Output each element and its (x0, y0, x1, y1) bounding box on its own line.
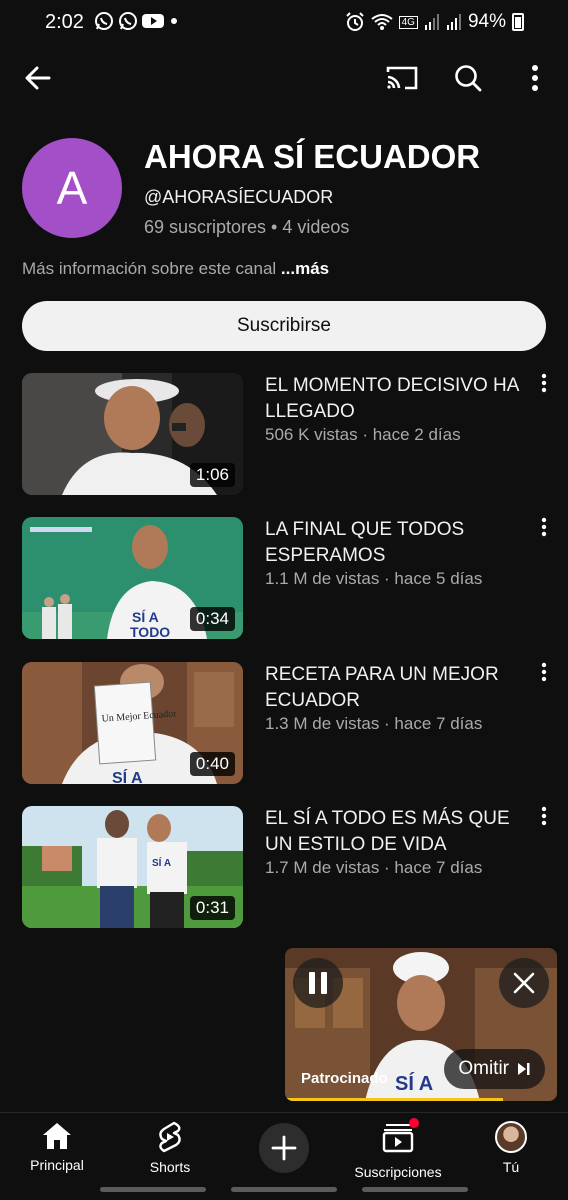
status-time: 2:02 (45, 11, 84, 33)
video-thumbnail[interactable]: 1:06 (22, 373, 243, 495)
whatsapp-icon (119, 12, 137, 30)
battery-percent: 94% (467, 11, 506, 32)
video-title[interactable]: EL MOMENTO DECISIVO HA LLEGADO (265, 373, 525, 425)
status-bar: 2:02 4G 94% (0, 0, 568, 46)
svg-text:SÍ A: SÍ A (395, 1072, 433, 1095)
video-duration: 1:06 (189, 463, 235, 487)
gesture-bar (100, 1187, 206, 1192)
video-title[interactable]: RECETA PARA UN MEJOR ECUADOR (265, 662, 525, 714)
network-badge: 4G (398, 15, 418, 29)
video-menu-button[interactable] (532, 806, 556, 836)
shorts-icon (159, 1121, 181, 1153)
close-mini-player-button[interactable] (499, 958, 549, 1008)
youtube-channel-screen: 2:02 4G 94% A AHORA SÍ ECUADOR @AHORASÍE… (0, 0, 568, 1200)
mini-player[interactable]: SÍ A Patrocinado Omitir (285, 948, 557, 1101)
video-menu-button[interactable] (532, 517, 556, 547)
sponsored-label: Patrocinado (301, 1070, 388, 1087)
video-item[interactable]: 1:06 EL MOMENTO DECISIVO HA LLEGADO 506 … (22, 373, 554, 495)
system-icons: 4G 94% (345, 11, 524, 33)
more-vert-icon (541, 373, 547, 393)
skip-next-icon (518, 1063, 530, 1075)
svg-text:SÍ A: SÍ A (112, 768, 143, 784)
close-icon (513, 972, 535, 994)
skip-ad-label: Omitir (458, 1058, 509, 1079)
video-meta: 1.7 M de vistas · hace 7 días (265, 858, 483, 877)
svg-text:SÍ A: SÍ A (152, 856, 171, 869)
video-menu-button[interactable] (532, 373, 556, 403)
subscribe-button[interactable]: Suscribirse (22, 301, 546, 351)
video-meta: 1.1 M de vistas · hace 5 días (265, 569, 483, 588)
pause-button[interactable] (293, 958, 343, 1008)
alarm-icon (345, 12, 364, 31)
video-menu-button[interactable] (532, 662, 556, 692)
channel-stats: 69 suscriptores • 4 videos (144, 217, 350, 237)
search-button[interactable] (446, 56, 490, 100)
back-button[interactable] (16, 56, 60, 100)
svg-text:SÍ A: SÍ A (132, 609, 159, 625)
gesture-bar (362, 1187, 468, 1192)
notification-icons (94, 11, 180, 31)
video-title[interactable]: EL SÍ A TODO ES MÁS QUE UN ESTILO DE VID… (265, 806, 525, 858)
avatar (495, 1121, 527, 1153)
create-icon (271, 1135, 297, 1161)
svg-text:TODO: TODO (130, 624, 170, 639)
create-button[interactable] (259, 1123, 309, 1173)
more-vert-icon (541, 806, 547, 826)
more-options-button[interactable] (513, 56, 557, 100)
notification-dot (409, 1118, 419, 1128)
gesture-bar (231, 1187, 337, 1192)
video-thumbnail[interactable]: SÍ A TODO 0:34 (22, 517, 243, 639)
video-thumbnail[interactable]: SÍ A 0:31 (22, 806, 243, 928)
search-icon (455, 65, 482, 92)
back-arrow-icon (25, 66, 51, 90)
video-title[interactable]: LA FINAL QUE TODOS ESPERAMOS (265, 517, 525, 569)
nav-label: Suscripciones (354, 1164, 442, 1180)
more-vert-icon (541, 517, 547, 537)
nav-item-subscriptions[interactable]: Suscripciones (343, 1118, 453, 1180)
channel-about-text: Más información sobre este canal (22, 259, 277, 278)
cast-button[interactable] (380, 56, 424, 100)
video-duration: 0:40 (189, 752, 235, 776)
ad-progress-bar (285, 1098, 503, 1101)
subscriptions-icon-wrap (382, 1118, 419, 1158)
more-vert-icon (541, 662, 547, 682)
channel-about-more[interactable]: ...más (281, 259, 329, 278)
nav-label: Tú (502, 1159, 520, 1175)
cast-icon (386, 66, 418, 90)
nav-label: Shorts (149, 1159, 191, 1175)
video-item[interactable]: SÍ A 0:31 EL SÍ A TODO ES MÁS QUE UN EST… (22, 806, 554, 928)
video-duration: 0:31 (189, 896, 235, 920)
video-item[interactable]: Un Mejor Ecuador SÍ A 0:40 RECETA PARA U… (22, 662, 554, 784)
skip-ad-button[interactable]: Omitir (444, 1049, 545, 1089)
video-item[interactable]: SÍ A TODO 0:34 LA FINAL QUE TODOS ESPERA… (22, 517, 554, 639)
home-icon (43, 1123, 71, 1149)
nav-item-home[interactable]: Principal (2, 1121, 112, 1173)
channel-name: AHORA SÍ ECUADOR (144, 138, 481, 175)
top-app-bar (0, 52, 568, 106)
wifi-icon (371, 14, 393, 30)
video-meta: 1.3 M de vistas · hace 7 días (265, 714, 483, 733)
channel-about-link[interactable]: Más información sobre este canal ...más (22, 259, 329, 279)
video-thumbnail[interactable]: Un Mejor Ecuador SÍ A 0:40 (22, 662, 243, 784)
pause-icon (309, 972, 327, 994)
signal-icon (446, 14, 461, 30)
video-duration: 0:34 (189, 607, 235, 631)
youtube-icon (142, 14, 164, 28)
dot-icon (171, 18, 177, 24)
channel-avatar[interactable]: A (22, 138, 122, 238)
more-vert-icon (532, 65, 538, 91)
battery-icon (512, 13, 524, 31)
nav-item-shorts[interactable]: Shorts (115, 1121, 225, 1175)
video-meta: 506 K vistas · hace 2 días (265, 425, 461, 444)
nav-label: Principal (30, 1157, 84, 1173)
whatsapp-icon (95, 12, 113, 30)
nav-item-you[interactable]: Tú (456, 1121, 566, 1175)
signal-icon (424, 14, 439, 30)
channel-handle: @AHORASÍECUADOR (144, 187, 334, 207)
